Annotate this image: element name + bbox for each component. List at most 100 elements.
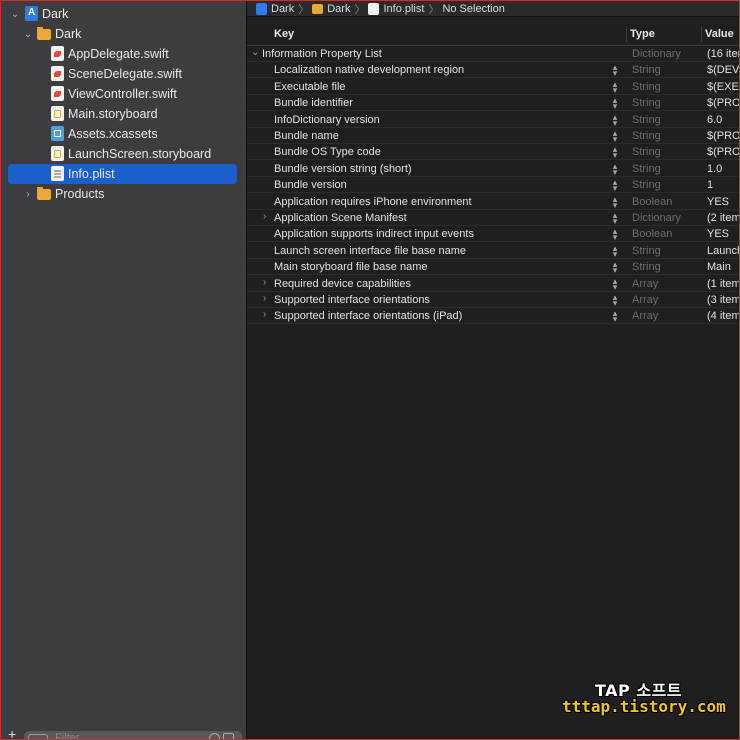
recent-files-icon[interactable]: [209, 733, 220, 739]
nav-item-group-dark[interactable]: ⌄ Dark: [1, 24, 246, 44]
key-popup-stepper-icon[interactable]: ▴ ▾: [611, 243, 619, 258]
filter-scope-icon[interactable]: [28, 734, 48, 739]
plist-key[interactable]: Application supports indirect input even…: [274, 228, 474, 240]
key-popup-stepper-icon[interactable]: ▴ ▾: [611, 293, 619, 308]
plist-row[interactable]: Application requires iPhone environment ▴…: [247, 194, 739, 210]
plist-value[interactable]: (2 items): [707, 212, 739, 224]
plist-type[interactable]: Dictionary: [632, 212, 681, 224]
plist-type[interactable]: Array: [632, 310, 658, 322]
column-header-value[interactable]: Value: [705, 28, 734, 40]
plist-value[interactable]: $(DEVELOPMENT_LANGUAGE): [707, 64, 739, 76]
breadcrumb-folder[interactable]: Dark 〉: [312, 1, 365, 17]
plist-value[interactable]: 1.0: [707, 163, 722, 175]
plist-type[interactable]: String: [632, 81, 661, 93]
plist-key[interactable]: Launch screen interface file base name: [274, 245, 466, 257]
plist-key[interactable]: Required device capabilities: [274, 278, 411, 290]
plist-row[interactable]: Application supports indirect input even…: [247, 226, 739, 243]
plist-value[interactable]: YES: [707, 196, 729, 208]
plist-value[interactable]: YES: [707, 228, 729, 240]
plist-type[interactable]: String: [632, 114, 661, 126]
key-popup-stepper-icon[interactable]: ▴ ▾: [611, 276, 619, 291]
plist-type[interactable]: Boolean: [632, 228, 672, 240]
plist-type[interactable]: Boolean: [632, 196, 672, 208]
plist-row[interactable]: › Required device capabilities ▴ ▾ Array (1 i…: [247, 276, 739, 292]
plist-row[interactable]: › Application Scene Manifest ▴ ▾ Dictionary (…: [247, 210, 739, 226]
nav-item-assets[interactable]: Assets.xcassets: [1, 124, 246, 144]
key-popup-stepper-icon[interactable]: ▴ ▾: [611, 129, 619, 144]
column-header-key[interactable]: Key: [274, 28, 294, 40]
plist-key[interactable]: Bundle OS Type code: [274, 146, 381, 158]
plist-type[interactable]: String: [632, 245, 661, 257]
plist-row[interactable]: Localization native development region ▴ ▾…: [247, 62, 739, 79]
plist-key[interactable]: Application Scene Manifest: [274, 212, 407, 224]
plist-key[interactable]: Supported interface orientations (iPad): [274, 310, 462, 322]
plist-key[interactable]: Bundle name: [274, 130, 339, 142]
plist-type[interactable]: String: [632, 163, 661, 175]
plist-value[interactable]: (16 items): [707, 48, 739, 60]
plist-key[interactable]: Main storyboard file base name: [274, 261, 427, 273]
plist-value[interactable]: $(EXECUTABLE_NAME): [707, 81, 739, 93]
plist-key[interactable]: Bundle version string (short): [274, 163, 412, 175]
plist-key[interactable]: InfoDictionary version: [274, 114, 380, 126]
plist-type[interactable]: Array: [632, 278, 658, 290]
key-popup-stepper-icon[interactable]: ▴ ▾: [611, 145, 619, 160]
chevron-down-icon[interactable]: ⌄: [251, 47, 259, 58]
chevron-right-icon[interactable]: ›: [263, 211, 266, 222]
breadcrumb-file[interactable]: Info.plist 〉: [368, 1, 439, 17]
plist-value[interactable]: (3 items): [707, 294, 739, 306]
nav-item-appdelegate[interactable]: AppDelegate.swift: [1, 44, 246, 64]
chevron-right-icon[interactable]: ›: [22, 184, 34, 204]
nav-item-scenedelegate[interactable]: SceneDelegate.swift: [1, 64, 246, 84]
plist-key[interactable]: Executable file: [274, 81, 346, 93]
plist-row[interactable]: ⌄ Information Property List Dictionary (16 …: [247, 46, 739, 62]
breadcrumb-project[interactable]: Dark 〉: [256, 1, 309, 17]
plist-key[interactable]: Bundle identifier: [274, 97, 353, 109]
plist-type[interactable]: String: [632, 146, 661, 158]
plist-value[interactable]: $(PRODUCT_BUNDLE_IDENTIFIER): [707, 97, 739, 109]
plist-row[interactable]: Main storyboard file base name ▴ ▾ String Ma…: [247, 259, 739, 276]
chevron-down-icon[interactable]: ⌄: [9, 4, 21, 24]
plist-type[interactable]: Dictionary: [632, 48, 681, 60]
plist-key[interactable]: Bundle version: [274, 179, 347, 191]
nav-item-project-dark[interactable]: ⌄ Dark: [1, 4, 246, 24]
plist-key[interactable]: Information Property List: [262, 48, 382, 60]
plist-row[interactable]: Bundle version ▴ ▾ String 1: [247, 177, 739, 194]
chevron-right-icon[interactable]: ›: [263, 309, 266, 320]
plist-row[interactable]: InfoDictionary version ▴ ▾ String 6.0: [247, 112, 739, 128]
nav-item-launchscreen[interactable]: LaunchScreen.storyboard: [1, 144, 246, 164]
chevron-right-icon[interactable]: ›: [263, 293, 266, 304]
chevron-down-icon[interactable]: ⌄: [22, 24, 34, 44]
key-popup-stepper-icon[interactable]: ▴ ▾: [611, 309, 619, 324]
breadcrumb-selection[interactable]: No Selection: [442, 3, 504, 15]
plist-type[interactable]: String: [632, 130, 661, 142]
key-popup-stepper-icon[interactable]: ▴ ▾: [611, 112, 619, 127]
plist-value[interactable]: LaunchScreen: [707, 245, 739, 257]
plist-type[interactable]: Array: [632, 294, 658, 306]
plist-value[interactable]: Main: [707, 261, 731, 273]
plist-type[interactable]: String: [632, 261, 661, 273]
plist-value[interactable]: (1 item): [707, 278, 739, 290]
plist-row[interactable]: Bundle version string (short) ▴ ▾ String 1.0: [247, 161, 739, 177]
key-popup-stepper-icon[interactable]: ▴ ▾: [611, 63, 619, 78]
plist-value[interactable]: $(PRODUCT_NAME): [707, 130, 739, 142]
plist-key[interactable]: Supported interface orientations: [274, 294, 430, 306]
plist-value[interactable]: 6.0: [707, 114, 722, 126]
plist-row[interactable]: Executable file ▴▾ String $(EXECUTABLE_NAME…: [247, 79, 739, 95]
key-popup-stepper-icon[interactable]: ▴ ▾: [611, 227, 619, 242]
plist-type[interactable]: String: [632, 97, 661, 109]
plist-value[interactable]: $(PRODUCT_BUNDLE_PACKAGE_TYPE): [707, 146, 739, 158]
key-popup-stepper-icon[interactable]: ▴ ▾: [611, 211, 619, 226]
column-divider[interactable]: [626, 26, 627, 42]
nav-item-products[interactable]: › Products: [1, 184, 246, 204]
plist-row[interactable]: Bundle identifier ▴▾ String $(PRODUCT_BUNDL…: [247, 95, 739, 112]
nav-item-main-storyboard[interactable]: Main.storyboard: [1, 104, 246, 124]
nav-item-info-plist[interactable]: Info.plist: [1, 164, 246, 184]
plist-value[interactable]: 1: [707, 179, 713, 191]
plist-type[interactable]: String: [632, 179, 661, 191]
plist-type[interactable]: String: [632, 64, 661, 76]
add-file-button[interactable]: +: [8, 727, 16, 739]
plist-key[interactable]: Application requires iPhone environment: [274, 196, 472, 208]
plist-row[interactable]: › Supported interface orientations (iPad)…: [247, 308, 739, 325]
key-popup-stepper-icon[interactable]: ▴ ▾: [611, 161, 619, 176]
plist-row[interactable]: Launch screen interface file base name ▴ ▾…: [247, 243, 739, 259]
